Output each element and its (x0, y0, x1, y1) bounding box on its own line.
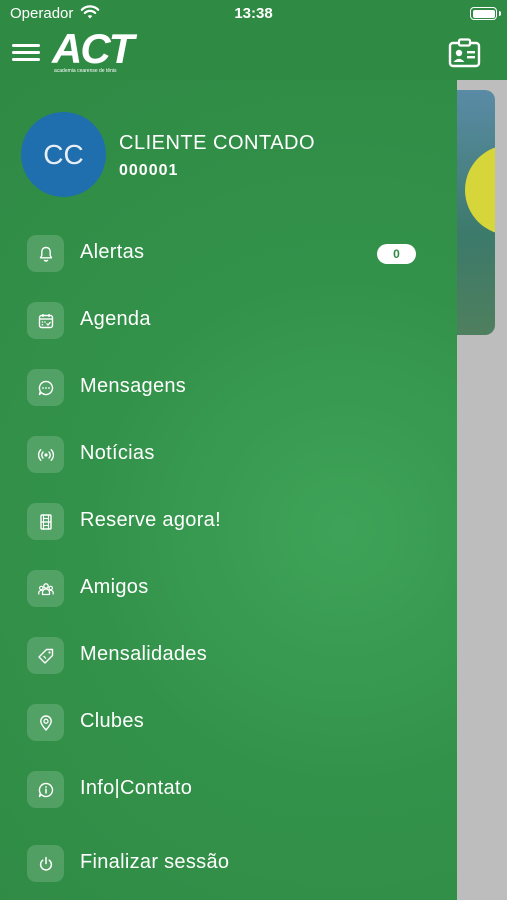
tag-icon (27, 637, 64, 674)
status-time: 13:38 (234, 5, 273, 22)
menu-item-noticias[interactable]: Notícias (0, 429, 457, 479)
menu-label-mensalidades: Mensalidades (80, 643, 208, 665)
side-drawer: CC CLIENTE CONTADO 000001 Alertas 0 Agen… (0, 80, 457, 900)
user-id: 000001 (119, 162, 179, 179)
bell-icon (27, 235, 64, 272)
menu-item-reserve-agora[interactable]: Reserve agora! (0, 496, 457, 546)
menu-item-agenda[interactable]: Agenda (0, 295, 457, 345)
friends-icon (27, 570, 64, 607)
location-icon (27, 704, 64, 741)
menu-label-clubes: Clubes (80, 710, 145, 732)
menu-label-reserve-agora: Reserve agora! (80, 509, 221, 531)
hamburger-icon[interactable] (12, 38, 42, 64)
avatar-initials: CC (43, 138, 84, 170)
avatar[interactable]: CC (21, 112, 106, 197)
menu-label-alertas: Alertas (80, 241, 145, 263)
menu-item-info-contato[interactable]: Info|Contato (0, 764, 457, 814)
menu-label-info-contato: Info|Contato (80, 777, 193, 799)
chat-icon (27, 369, 64, 406)
menu-item-alertas[interactable]: Alertas 0 (0, 228, 457, 278)
top-nav-bar: ACT academia cearense de tênis (0, 28, 507, 80)
menu-label-mensagens: Mensagens (80, 375, 187, 397)
court-icon (27, 503, 64, 540)
menu-label-noticias: Notícias (80, 442, 155, 464)
menu-item-amigos[interactable]: Amigos (0, 563, 457, 613)
contact-card-icon[interactable] (448, 38, 481, 68)
app-logo: ACT academia cearense de tênis (52, 28, 144, 78)
logo-tagline: academia cearense de tênis (54, 68, 117, 74)
menu-label-agenda: Agenda (80, 308, 151, 330)
menu-item-mensagens[interactable]: Mensagens (0, 362, 457, 412)
power-icon (27, 845, 64, 882)
menu-item-mensalidades[interactable]: Mensalidades (0, 630, 457, 680)
menu-label-finalizar-sessao: Finalizar sessão (80, 851, 230, 873)
battery-icon (470, 7, 501, 20)
status-bar: Operador 13:38 (0, 0, 507, 28)
menu-item-clubes[interactable]: Clubes (0, 697, 457, 747)
info-chat-icon (27, 771, 64, 808)
user-name: CLIENTE CONTADO (119, 132, 316, 154)
menu-item-finalizar-sessao[interactable]: Finalizar sessão (0, 838, 457, 888)
alerts-count-badge: 0 (377, 244, 416, 264)
menu-label-amigos: Amigos (80, 576, 149, 598)
calendar-icon (27, 302, 64, 339)
tennis-ball-image (465, 145, 495, 235)
logo-mark: ACT (52, 25, 134, 72)
broadcast-icon (27, 436, 64, 473)
